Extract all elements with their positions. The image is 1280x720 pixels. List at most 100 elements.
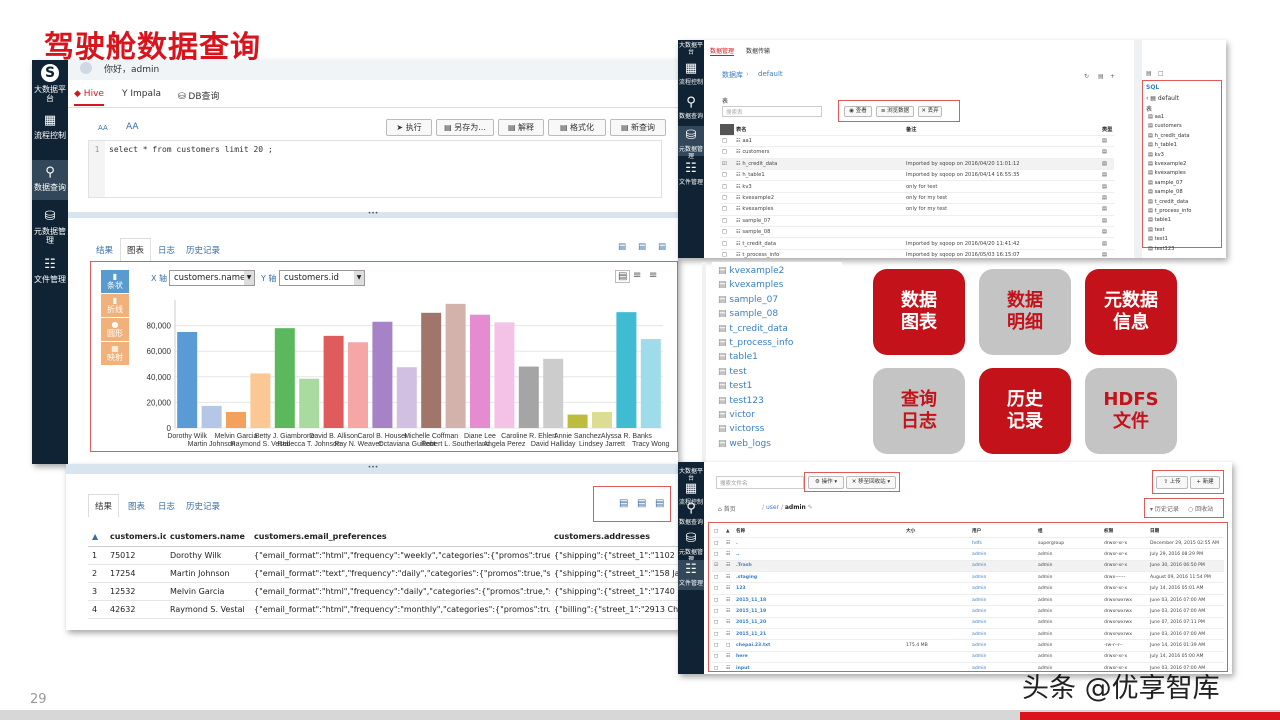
table-row[interactable]: ☑ ☷ h_credit_data Imported by sqoop on 201…	[720, 158, 1114, 171]
table-row[interactable]: 4 42632 Raymond S. Vestal {"email_format":"…	[88, 600, 680, 619]
column-header[interactable]: 权限	[1102, 526, 1148, 538]
db-icon[interactable]: ▤	[1146, 70, 1152, 77]
row-checkbox[interactable]: □	[720, 146, 734, 159]
tab-results[interactable]: 结果	[96, 244, 113, 256]
tab-chart[interactable]: 图表	[120, 238, 152, 261]
sort-asc-icon[interactable]: ≡	[633, 270, 641, 281]
search-tables-input[interactable]: 搜索表	[722, 106, 822, 117]
list-item[interactable]: ▤ test1	[718, 381, 752, 391]
table-cell[interactable]: 2015_11_18	[734, 594, 904, 607]
sidebar-item-platform[interactable]: 大数据平台	[678, 468, 704, 482]
table-row[interactable]: □ ☷ kv3 only for test ▤	[720, 180, 1114, 193]
table-row[interactable]: 2 17254 Martin Johnson {"email_format":"tex…	[88, 564, 680, 583]
row-checkbox[interactable]: □	[712, 651, 724, 664]
table-cell[interactable]: here	[734, 651, 904, 664]
table-row[interactable]: □ ☷ aa1 ▤	[720, 135, 1114, 148]
row-checkbox[interactable]: □	[720, 192, 734, 205]
tree-item[interactable]: ▤ h_table1	[1148, 142, 1177, 148]
list-item[interactable]: ▤ test	[718, 367, 747, 377]
sidebar-item-platform[interactable]: S 大数据平台	[32, 64, 68, 103]
y-axis-select[interactable]: customers.id ▼	[279, 270, 365, 286]
table-row[interactable]: □ ☷ .staging admin admin drwx------ August 09,…	[712, 571, 1224, 584]
sidebar-item-flow[interactable]: ▦ 流程控制	[678, 62, 704, 87]
resize-handle[interactable]: •••	[68, 211, 678, 218]
table-row[interactable]: 3 12532 Melvin Garcia {"email_format":"html…	[88, 582, 680, 601]
sidebar-item-metadata[interactable]: ⛁元数据管理	[678, 532, 704, 564]
row-checkbox[interactable]: □	[720, 226, 734, 239]
tree-item[interactable]: ▤ t_process_info	[1148, 208, 1191, 214]
save-icon[interactable]: ▤	[655, 498, 664, 509]
tree-item[interactable]: ▤ kvexample2	[1148, 161, 1186, 167]
export-csv-icon[interactable]: ▤	[619, 498, 628, 509]
table-row[interactable]: □ ☷ 2015_11_20 admin admin drwxrwxrwx June 07,…	[712, 617, 1224, 630]
tab-hive[interactable]: ◆ Hive	[74, 89, 104, 106]
table-row[interactable]: □ ☷ customers ▤	[720, 146, 1114, 159]
row-checkbox[interactable]: □	[720, 249, 734, 258]
row-checkbox[interactable]: □	[712, 548, 724, 561]
row-checkbox[interactable]: □	[712, 628, 724, 641]
tree-item[interactable]: ▤ kvexamples	[1148, 170, 1186, 176]
row-checkbox[interactable]: □	[712, 571, 724, 584]
row-checkbox[interactable]: ☑	[712, 560, 724, 573]
column-header[interactable]: 备注	[904, 124, 1100, 136]
tree-item[interactable]: ▤ customers	[1148, 123, 1182, 129]
table-name[interactable]: t_credit_data	[742, 241, 776, 247]
row-checkbox[interactable]: □	[720, 237, 734, 250]
table-row[interactable]: □ ☷ 2015_11_18 admin admin drwxrwxrwx June 03,…	[712, 594, 1224, 607]
row-checkbox[interactable]: □	[720, 169, 734, 182]
list-item[interactable]: ▤ web_logs	[718, 439, 771, 449]
column-header[interactable]: 用户	[970, 526, 1036, 538]
list-item[interactable]: ▤ sample_08	[718, 309, 778, 319]
row-checkbox[interactable]: ☑	[720, 158, 734, 171]
sidebar-item-files[interactable]: ☷ 文件管理	[32, 258, 68, 285]
tab-log[interactable]: 日志	[158, 244, 175, 256]
sidebar-item-metadata[interactable]: ⛁元数据管理	[678, 126, 704, 160]
sidebar-item-query[interactable]: ⚲ 数据查询	[678, 502, 704, 527]
execute-button[interactable]: ➤ 执行	[386, 119, 432, 136]
table-row[interactable]: □ ☷ sample_08 ▤	[720, 226, 1114, 239]
upload-button[interactable]: ⇧ 上传	[1156, 476, 1188, 489]
column-header[interactable]: customers.addresses	[550, 528, 680, 547]
list-item[interactable]: ▤ table1	[718, 352, 758, 362]
sort-desc-icon[interactable]: ≡	[649, 270, 657, 281]
explain-button[interactable]: ▤ 解释	[498, 119, 544, 136]
column-header[interactable]: 大小	[904, 526, 970, 538]
table-row[interactable]: □ ☷ kvexamples only for my test ▤	[720, 203, 1114, 216]
add-icon[interactable]: +	[1110, 73, 1115, 80]
tree-item[interactable]: ▤ test1	[1148, 236, 1168, 242]
sidebar-item-files[interactable]: ☷ 文件管理	[678, 162, 704, 187]
tree-item[interactable]: ▤ kv3	[1148, 152, 1164, 158]
sidebar-item-query[interactable]: ⚲ 数据查询	[678, 96, 704, 121]
table-row[interactable]: □ ☷ 2015_11_19 admin admin drwxrwxrwx June 03,…	[712, 605, 1224, 618]
table-name[interactable]: kvexamples	[742, 206, 773, 212]
resize-handle[interactable]: •••	[66, 464, 680, 474]
chart-type-bar[interactable]: ▮ 条状	[101, 270, 129, 293]
table-name[interactable]: sample_08	[742, 229, 770, 235]
tab-impala[interactable]: Y Impala	[122, 89, 161, 99]
new-button[interactable]: + 新建	[1190, 476, 1220, 489]
breadcrumb-root[interactable]: 数据库	[722, 70, 743, 80]
row-checkbox[interactable]: □	[720, 203, 734, 216]
table-row[interactable]: □ ☷ here admin admin drwxr-xr-x July 14, 2016 …	[712, 651, 1224, 664]
column-header[interactable]: 类型	[1100, 124, 1114, 136]
actions-menu[interactable]: ⚙ 操作 ▾	[808, 476, 844, 489]
splitter[interactable]	[1134, 40, 1142, 258]
sidebar-item-platform[interactable]: 大数据平台	[678, 42, 704, 56]
table-cell[interactable]: .	[734, 537, 904, 550]
recycle-bin-button[interactable]: ○ 回收站	[1188, 504, 1213, 513]
row-checkbox[interactable]: □	[712, 594, 724, 607]
tab-data-management[interactable]: 数据管理	[710, 46, 735, 56]
tree-item[interactable]: ▤ aa1	[1148, 114, 1164, 120]
sort-icon[interactable]: ▲	[88, 528, 106, 547]
save-icon[interactable]: ▤	[658, 242, 666, 252]
column-header[interactable]: 日期	[1148, 526, 1224, 538]
list-item[interactable]: ▤ victor	[718, 410, 755, 420]
table-row[interactable]: □ □ chepai.23.txt 175.4 MB admin admin -rw-r--…	[712, 639, 1224, 652]
tree-item[interactable]: ▤ sample_07	[1148, 180, 1183, 186]
table-cell[interactable]: input	[734, 662, 904, 674]
table-row[interactable]: □ ☷.. admin admin drwxr-xr-x July 29, 2016 08…	[712, 548, 1224, 561]
sidebar-item-metadata[interactable]: ⛁ 元数据管理	[32, 210, 68, 246]
x-axis-select[interactable]: customers.name ▼	[169, 270, 255, 286]
tree-item[interactable]: ▤ h_credit_data	[1148, 133, 1190, 139]
list-item[interactable]: ▤ kvexamples	[718, 280, 783, 290]
